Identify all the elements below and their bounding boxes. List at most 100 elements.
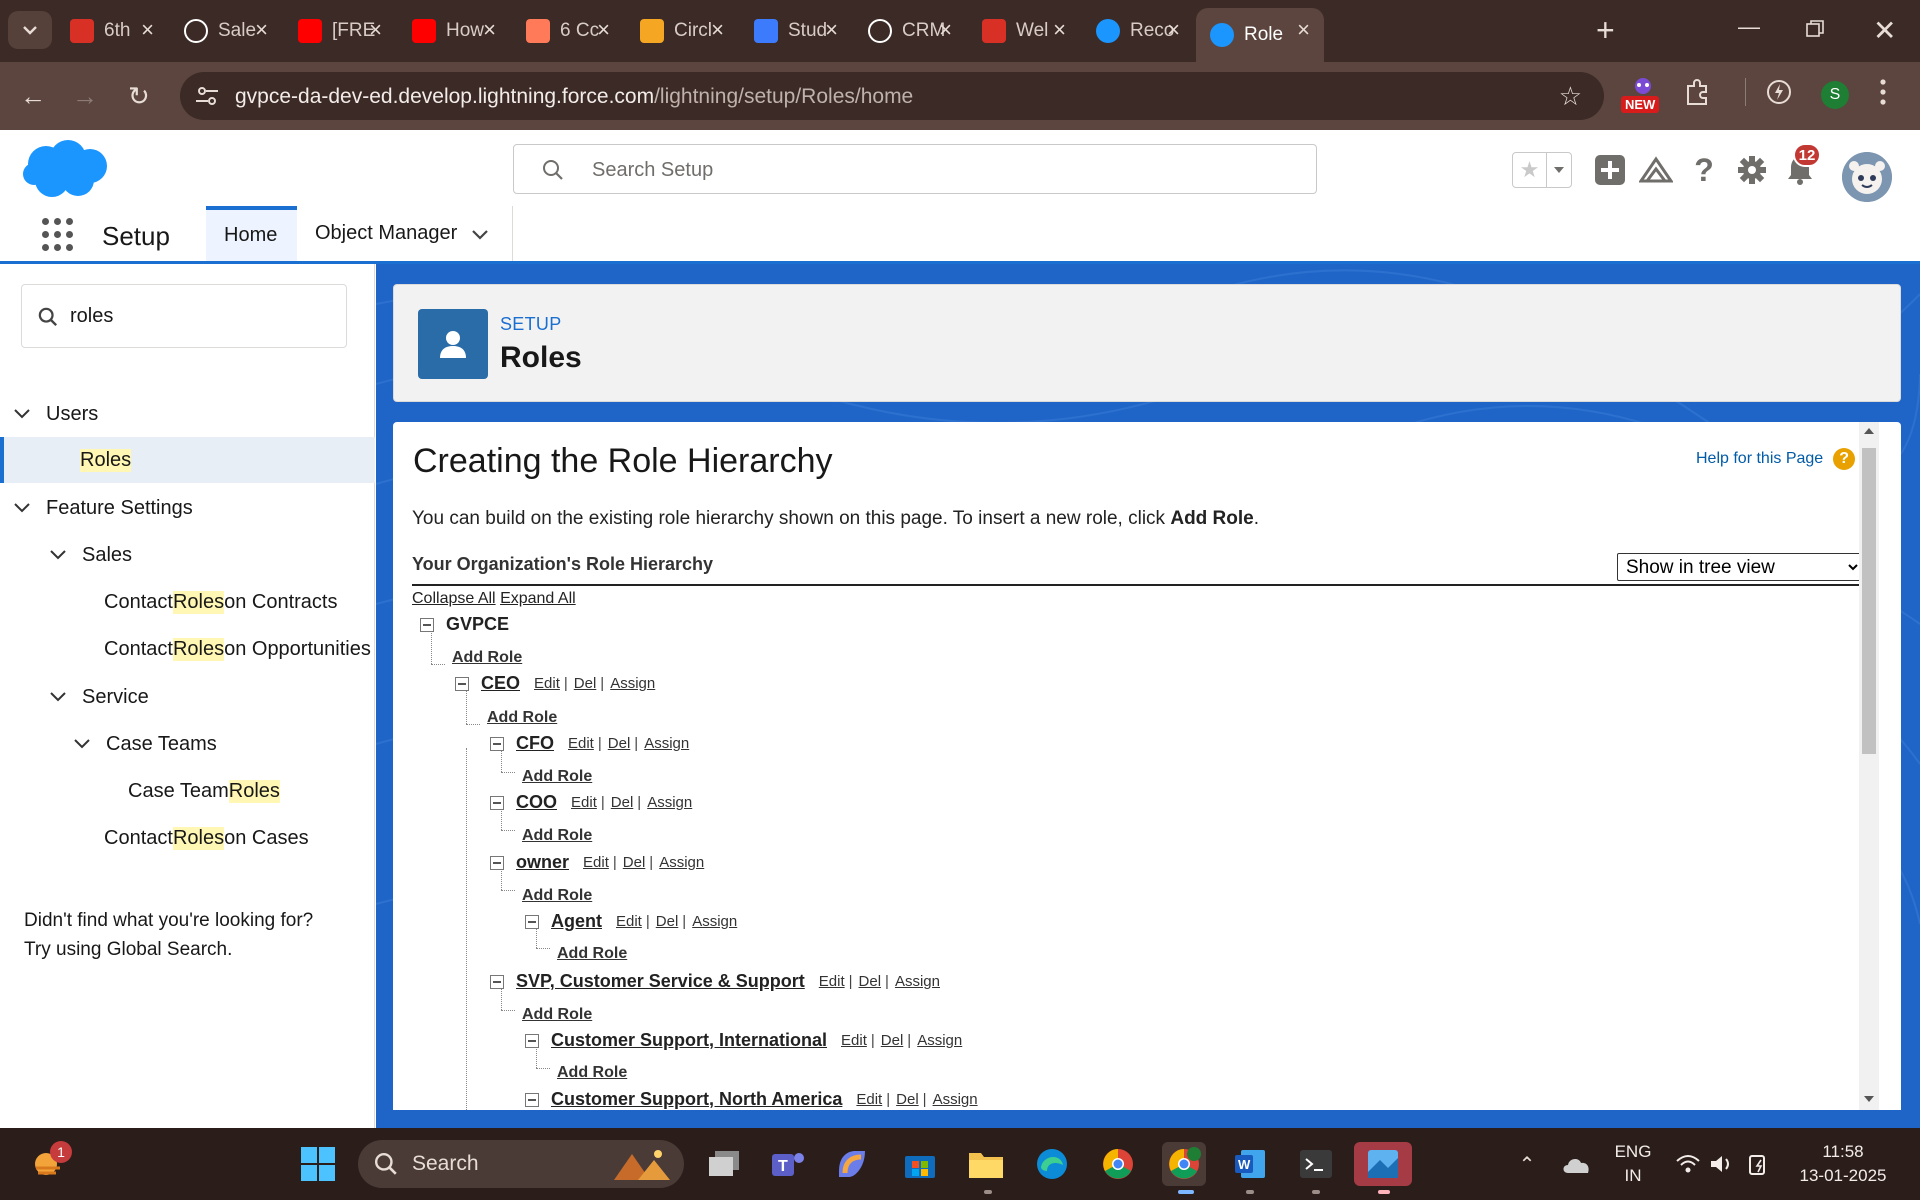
word-icon[interactable]: W bbox=[1228, 1142, 1272, 1186]
browser-tab[interactable]: Wel × bbox=[968, 8, 1080, 54]
favorite-star-icon[interactable]: ★ bbox=[1513, 153, 1547, 187]
browser-tab[interactable]: CRM × bbox=[854, 8, 966, 54]
collapse-toggle-icon[interactable] bbox=[490, 736, 504, 751]
browser-tab[interactable]: Stud × bbox=[740, 8, 852, 54]
role-name-link[interactable]: owner bbox=[516, 852, 569, 873]
view-mode-select[interactable]: Show in tree view bbox=[1617, 553, 1862, 581]
add-role-link[interactable]: Add Role bbox=[452, 649, 522, 667]
language-indicator[interactable]: ENG IN bbox=[1605, 1140, 1661, 1188]
restore-button[interactable] bbox=[1806, 18, 1824, 44]
browser-tab[interactable]: Sale × bbox=[170, 8, 282, 54]
close-tab-icon[interactable]: × bbox=[1167, 19, 1180, 41]
setup-gear-button[interactable] bbox=[1734, 152, 1770, 188]
new-tab-button[interactable]: + bbox=[1596, 14, 1615, 46]
edit-link[interactable]: Edit bbox=[568, 735, 594, 752]
microsoft-store-icon[interactable] bbox=[898, 1142, 942, 1186]
chevron-down-icon[interactable] bbox=[10, 402, 34, 426]
add-role-link[interactable]: Add Role bbox=[557, 945, 627, 963]
chrome-icon[interactable] bbox=[1096, 1142, 1140, 1186]
edit-link[interactable]: Edit bbox=[856, 1091, 882, 1108]
sidebar-item-contact-roles-opportunities[interactable]: Contact Roles on Opportunities bbox=[0, 626, 375, 672]
close-tab-icon[interactable]: × bbox=[711, 19, 724, 41]
collapse-toggle-icon[interactable] bbox=[490, 974, 504, 989]
assign-link[interactable]: Assign bbox=[692, 913, 737, 930]
address-bar[interactable]: gvpce-da-dev-ed.develop.lightning.force.… bbox=[180, 72, 1604, 120]
photos-app-icon[interactable] bbox=[1354, 1142, 1412, 1186]
sidebar-item-roles[interactable]: Roles bbox=[0, 437, 375, 483]
assign-link[interactable]: Assign bbox=[644, 735, 689, 752]
chevron-down-icon[interactable] bbox=[46, 543, 70, 567]
sidebar-section-users[interactable]: Users bbox=[0, 391, 375, 437]
browser-tab[interactable]: How × bbox=[398, 8, 510, 54]
windows-start-icon[interactable] bbox=[296, 1142, 340, 1186]
bookmark-star-icon[interactable]: ☆ bbox=[1559, 81, 1582, 112]
edit-link[interactable]: Edit bbox=[534, 675, 560, 692]
collapse-toggle-icon[interactable] bbox=[490, 855, 504, 870]
add-role-link[interactable]: Add Role bbox=[557, 1064, 627, 1082]
close-tab-icon[interactable]: × bbox=[369, 19, 382, 41]
delete-link[interactable]: Del bbox=[881, 1032, 904, 1049]
browser-tab[interactable]: Role × bbox=[1196, 8, 1324, 62]
app-launcher-icon[interactable] bbox=[42, 218, 76, 252]
onedrive-icon[interactable] bbox=[1554, 1142, 1598, 1186]
delete-link[interactable]: Del bbox=[896, 1091, 919, 1108]
collapse-toggle-icon[interactable] bbox=[420, 617, 434, 632]
copilot-icon[interactable] bbox=[830, 1142, 874, 1186]
close-tab-icon[interactable]: × bbox=[1297, 19, 1310, 41]
help-for-page-link[interactable]: Help for this Page ? bbox=[1696, 448, 1856, 470]
sidebar-item-contact-roles-contracts[interactable]: Contact Roles on Contracts bbox=[0, 579, 375, 625]
sidebar-section-service[interactable]: Service bbox=[0, 674, 375, 720]
edit-link[interactable]: Edit bbox=[583, 854, 609, 871]
content-scrollbar[interactable] bbox=[1859, 422, 1879, 1110]
chevron-down-icon[interactable] bbox=[471, 228, 489, 240]
expand-all-link[interactable]: Expand All bbox=[500, 590, 576, 607]
delete-link[interactable]: Del bbox=[859, 973, 882, 990]
add-role-link[interactable]: Add Role bbox=[522, 1006, 592, 1024]
performance-icon[interactable] bbox=[1765, 78, 1793, 106]
add-role-link[interactable]: Add Role bbox=[522, 827, 592, 845]
chevron-down-icon[interactable] bbox=[46, 685, 70, 709]
collapse-toggle-icon[interactable] bbox=[525, 914, 539, 929]
extensions-puzzle-icon[interactable] bbox=[1684, 78, 1712, 106]
chevron-down-icon[interactable] bbox=[10, 496, 34, 520]
salesforce-logo-icon[interactable] bbox=[22, 138, 112, 200]
file-explorer-icon[interactable] bbox=[964, 1142, 1008, 1186]
collapse-toggle-icon[interactable] bbox=[490, 795, 504, 810]
forward-button[interactable]: → bbox=[72, 82, 98, 110]
breadcrumb[interactable]: SETUP bbox=[500, 314, 562, 335]
delete-link[interactable]: Del bbox=[574, 675, 597, 692]
tab-search-button[interactable] bbox=[8, 11, 52, 49]
add-role-link[interactable]: Add Role bbox=[522, 887, 592, 905]
delete-link[interactable]: Del bbox=[656, 913, 679, 930]
delete-link[interactable]: Del bbox=[611, 794, 634, 811]
add-role-link[interactable]: Add Role bbox=[522, 768, 592, 786]
role-name-link[interactable]: Agent bbox=[551, 911, 602, 932]
close-tab-icon[interactable]: × bbox=[825, 19, 838, 41]
sidebar-item-case-team-roles[interactable]: Case Team Roles bbox=[0, 768, 375, 814]
trailhead-button[interactable] bbox=[1638, 152, 1674, 188]
assign-link[interactable]: Assign bbox=[917, 1032, 962, 1049]
close-tab-icon[interactable]: × bbox=[255, 19, 268, 41]
add-role-link[interactable]: Add Role bbox=[487, 709, 557, 727]
edge-icon[interactable] bbox=[1030, 1142, 1074, 1186]
assign-link[interactable]: Assign bbox=[659, 854, 704, 871]
close-tab-icon[interactable]: × bbox=[141, 19, 154, 41]
browser-menu-icon[interactable] bbox=[1878, 76, 1888, 108]
browser-tab[interactable]: Reco × bbox=[1082, 8, 1194, 54]
edit-link[interactable]: Edit bbox=[819, 973, 845, 990]
chrome-profile-icon[interactable] bbox=[1162, 1142, 1206, 1186]
reload-button[interactable]: ↻ bbox=[128, 82, 150, 110]
role-name-link[interactable]: Customer Support, International bbox=[551, 1030, 827, 1051]
favorites-button[interactable]: ★ bbox=[1512, 152, 1572, 188]
browser-tab[interactable]: [FRE × bbox=[284, 8, 396, 54]
search-setup-input[interactable] bbox=[592, 155, 1292, 185]
collapse-toggle-icon[interactable] bbox=[525, 1033, 539, 1048]
role-name-link[interactable]: COO bbox=[516, 792, 557, 813]
sidebar-item-contact-roles-cases[interactable]: Contact Roles on Cases bbox=[0, 815, 375, 861]
show-hidden-icons-chevron-icon[interactable]: ⌃ bbox=[1505, 1142, 1549, 1186]
user-avatar[interactable] bbox=[1842, 152, 1892, 202]
terminal-icon[interactable] bbox=[1294, 1142, 1338, 1186]
clock[interactable]: 11:58 13-01-2025 bbox=[1788, 1140, 1898, 1188]
tab-object-manager[interactable]: Object Manager bbox=[297, 206, 507, 261]
scroll-down-arrow-icon[interactable] bbox=[1864, 1096, 1874, 1102]
